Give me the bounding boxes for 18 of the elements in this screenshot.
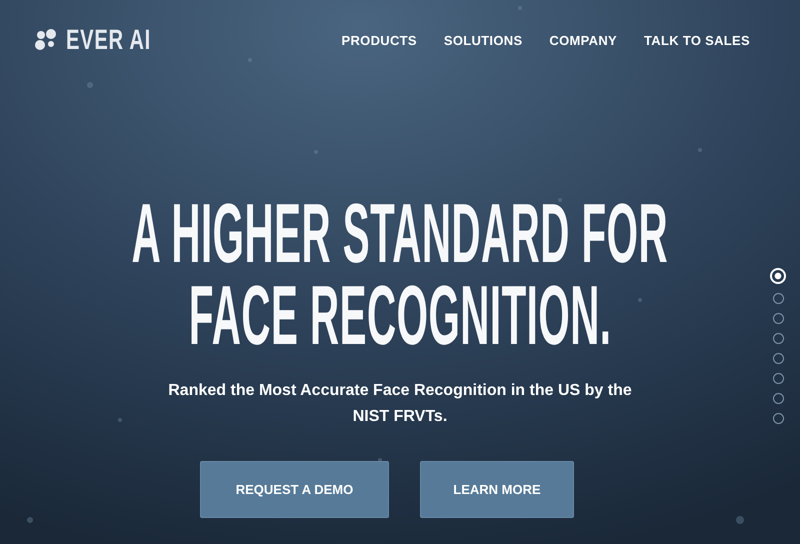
logo-dots-icon[interactable]	[34, 29, 58, 51]
slide-dot[interactable]	[772, 413, 784, 424]
headline: A HIGHER STANDARD FOR	[132, 192, 668, 274]
slide-dot[interactable]	[772, 293, 784, 304]
nav-link[interactable]: TALK TO SALES	[644, 32, 750, 48]
nav-link[interactable]: COMPANY	[549, 32, 618, 48]
slide-dot[interactable]	[772, 373, 784, 384]
cta-button[interactable]: REQUEST A DEMO	[200, 461, 389, 518]
slide-dot[interactable]	[772, 313, 784, 324]
headline: FACE RECOGNITION.	[188, 274, 612, 356]
slide-dot[interactable]	[772, 393, 784, 404]
cta-button[interactable]: LEARN MORE	[420, 461, 574, 518]
slide-dot[interactable]	[772, 353, 784, 364]
nav-link[interactable]: SOLUTIONS	[444, 32, 522, 48]
logo-text[interactable]: EVER AI	[66, 24, 151, 56]
nav-link[interactable]: PRODUCTS	[342, 32, 417, 48]
slide-dot[interactable]	[772, 333, 784, 344]
subtitle: Ranked the Most Accurate Face Recognition in the US by the NIST FRVTs.	[167, 381, 633, 427]
